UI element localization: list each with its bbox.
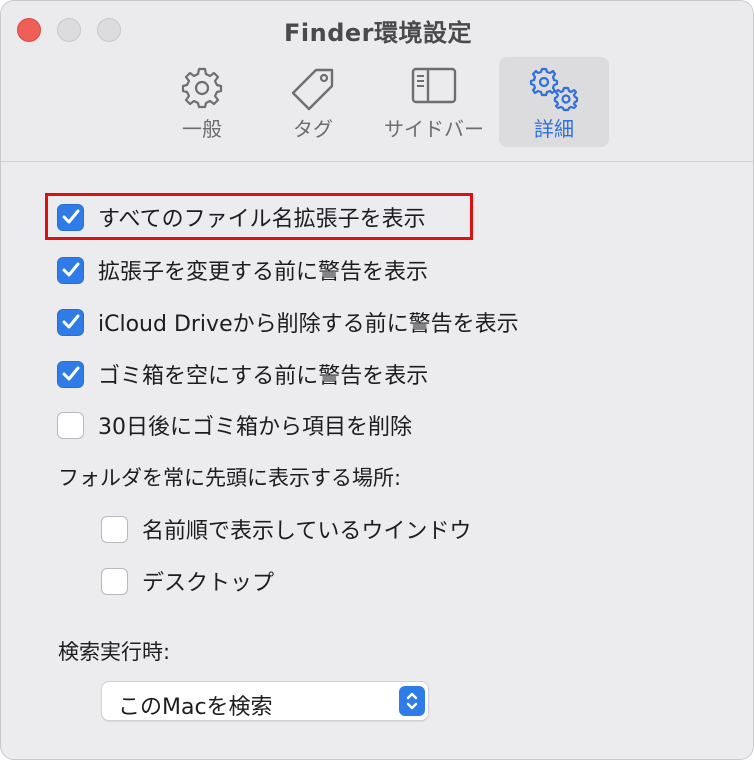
checkmark-icon — [62, 366, 79, 381]
tab-tags[interactable]: タグ — [258, 57, 368, 147]
checkbox-warn-empty-trash[interactable] — [57, 360, 84, 388]
option-folders-first-desktop[interactable]: デスクトップ — [101, 566, 274, 596]
option-label: デスクトップ — [142, 571, 275, 596]
gears-icon — [525, 65, 583, 117]
option-warn-empty-trash[interactable]: ゴミ箱を空にする前に警告を表示 — [57, 359, 428, 389]
option-label: 名前順で表示しているウインドウ — [142, 519, 472, 544]
window-title: Finder環境設定 — [284, 19, 472, 47]
tab-advanced-label: 詳細 — [534, 117, 574, 141]
folders-first-label: フォルダを常に先頭に表示する場所: — [58, 466, 402, 490]
sidebar-icon — [410, 65, 458, 111]
checkmark-icon — [62, 262, 79, 277]
tab-advanced[interactable]: 詳細 — [499, 57, 609, 147]
option-label: iCloud Driveから削除する前に警告を表示 — [98, 312, 519, 337]
tag-icon — [289, 65, 337, 117]
option-show-all-extensions[interactable]: すべてのファイル名拡張子を表示 — [57, 202, 426, 232]
option-remove-trash-30-days[interactable]: 30日後にゴミ箱から項目を削除 — [57, 410, 412, 440]
checkbox-warn-icloud-remove[interactable] — [57, 308, 84, 336]
tab-general-label: 一般 — [182, 117, 222, 141]
tab-general[interactable]: 一般 — [147, 57, 257, 147]
checkbox-folders-first-desktop[interactable] — [101, 567, 128, 595]
checkbox-warn-change-extension[interactable] — [57, 256, 84, 284]
option-warn-icloud-remove[interactable]: iCloud Driveから削除する前に警告を表示 — [57, 307, 519, 337]
titlebar: Finder環境設定 一般 タグ サイドバー 詳細 — [1, 1, 753, 162]
option-label: すべてのファイル名拡張子を表示 — [98, 207, 426, 232]
option-label: ゴミ箱を空にする前に警告を表示 — [98, 364, 429, 389]
option-folders-first-windows[interactable]: 名前順で表示しているウインドウ — [101, 514, 471, 544]
option-label: 拡張子を変更する前に警告を表示 — [98, 260, 429, 285]
checkbox-show-all-extensions[interactable] — [57, 203, 84, 231]
checkmark-icon — [62, 209, 79, 224]
gear-icon — [179, 65, 225, 115]
search-scope-value: このMacを検索 — [118, 695, 273, 720]
checkbox-remove-trash-30-days[interactable] — [57, 411, 84, 439]
popup-stepper-icon[interactable] — [399, 686, 425, 716]
tab-sidebar-label: サイドバー — [384, 117, 484, 141]
checkbox-folders-first-windows[interactable] — [101, 515, 128, 543]
tab-tags-label: タグ — [293, 117, 333, 141]
search-scope-label: 検索実行時: — [58, 640, 171, 664]
option-warn-change-extension[interactable]: 拡張子を変更する前に警告を表示 — [57, 255, 428, 285]
advanced-settings-pane: すべてのファイル名拡張子を表示 拡張子を変更する前に警告を表示 iCloud D… — [1, 162, 753, 759]
search-scope-select[interactable]: このMacを検索 — [101, 681, 429, 721]
finder-preferences-window: Finder環境設定 一般 タグ サイドバー 詳細 すべてのファイル名拡張子を表… — [0, 0, 754, 760]
checkmark-icon — [62, 314, 79, 329]
option-label: 30日後にゴミ箱から項目を削除 — [98, 415, 412, 440]
tab-sidebar[interactable]: サイドバー — [378, 57, 490, 147]
